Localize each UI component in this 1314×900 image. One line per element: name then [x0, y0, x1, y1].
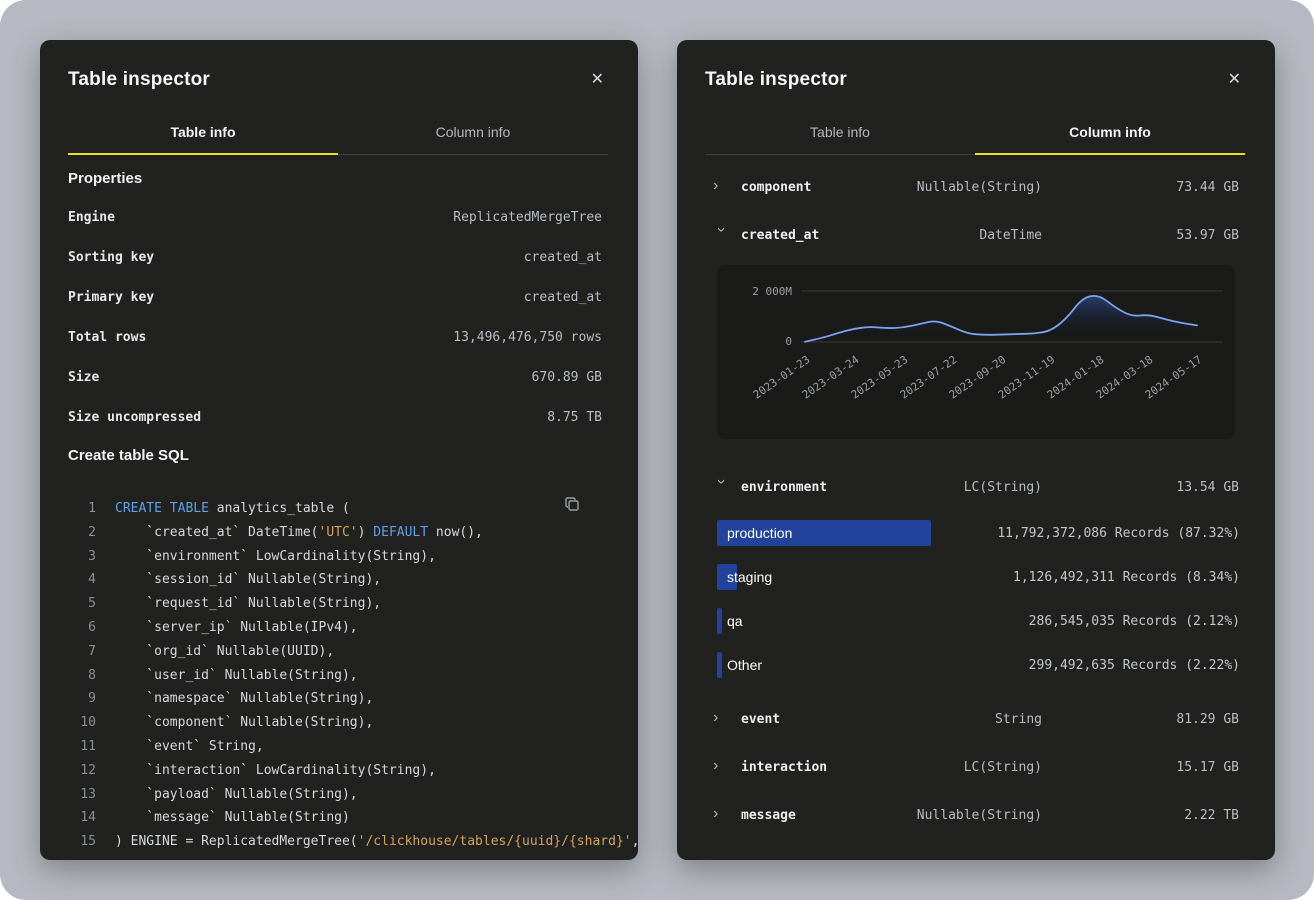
bar-qa	[717, 608, 722, 634]
column-row-created-at[interactable]: › created_at DateTime 53.97 GB	[677, 211, 1275, 259]
column-row-interaction[interactable]: › interaction LC(String) 15.17 GB	[677, 743, 1275, 791]
tab-table-info[interactable]: Table info	[705, 112, 975, 155]
chevron-right-icon[interactable]: ›	[713, 806, 729, 822]
code-line: 10 `component` Nullable(String),	[68, 711, 602, 735]
bar-other	[717, 652, 722, 678]
properties-list: Engine ReplicatedMergeTree Sorting key c…	[68, 198, 602, 438]
modal-header: Table inspector ✕	[40, 40, 638, 106]
tab-table-info[interactable]: Table info	[68, 112, 338, 155]
code-line: 5 `request_id` Nullable(String),	[68, 592, 602, 616]
code-line: 2 `created_at` DateTime('UTC') DEFAULT n…	[68, 521, 602, 545]
tab-column-info[interactable]: Column info	[338, 112, 608, 155]
code-line: 11 `event` String,	[68, 735, 602, 759]
modal-header: Table inspector ✕	[677, 40, 1275, 106]
property-row-engine: Engine ReplicatedMergeTree	[68, 198, 602, 238]
chevron-right-icon[interactable]: ›	[713, 178, 729, 194]
property-row-sorting-key: Sorting key created_at	[68, 238, 602, 278]
chevron-down-icon[interactable]: ›	[713, 479, 729, 495]
property-row-size: Size 670.89 GB	[68, 358, 602, 398]
tab-bar: Table info Column info	[68, 112, 608, 155]
value-bar-other: Other 299,492,635 Records (2.22%)	[717, 643, 1240, 687]
tab-bar: Table info Column info	[705, 112, 1245, 155]
sql-code-block: 1CREATE TABLE analytics_table (2 `create…	[68, 490, 602, 854]
code-line: 13 `payload` Nullable(String),	[68, 783, 602, 807]
close-icon[interactable]: ✕	[587, 68, 608, 92]
chevron-right-icon[interactable]: ›	[713, 710, 729, 726]
column-row-message[interactable]: › message Nullable(String) 2.22 TB	[677, 791, 1275, 839]
table-info-body: Properties Engine ReplicatedMergeTree So…	[40, 155, 638, 854]
code-line: 12 `interaction` LowCardinality(String),	[68, 759, 602, 783]
desktop-background: Table inspector ✕ Table info Column info…	[0, 0, 1314, 900]
table-inspector-modal-table-info: Table inspector ✕ Table info Column info…	[40, 40, 638, 860]
property-row-size-uncompressed: Size uncompressed 8.75 TB	[68, 398, 602, 438]
chevron-down-icon[interactable]: ›	[713, 227, 729, 243]
column-row-environment[interactable]: › environment LC(String) 13.54 GB	[677, 463, 1275, 511]
code-line: 15) ENGINE = ReplicatedMergeTree('/click…	[68, 830, 602, 854]
copy-icon[interactable]	[564, 496, 580, 515]
created-at-chart-svg	[717, 265, 1235, 439]
properties-heading: Properties	[68, 169, 602, 189]
y-axis-tick-2000m: 2 000M	[737, 285, 792, 298]
value-bar-qa: qa 286,545,035 Records (2.12%)	[717, 599, 1240, 643]
value-bar-production: production 11,792,372,086 Records (87.32…	[717, 511, 1240, 555]
code-line: 14 `message` Nullable(String)	[68, 806, 602, 830]
chevron-right-icon[interactable]: ›	[713, 758, 729, 774]
modal-title: Table inspector	[705, 69, 847, 91]
code-line: 7 `org_id` Nullable(UUID),	[68, 640, 602, 664]
value-bar-staging: staging 1,126,492,311 Records (8.34%)	[717, 555, 1240, 599]
sql-code-lines: 1CREATE TABLE analytics_table (2 `create…	[68, 497, 602, 854]
column-list: › component Nullable(String) 73.44 GB › …	[677, 155, 1275, 839]
close-icon[interactable]: ✕	[1224, 68, 1245, 92]
tab-column-info[interactable]: Column info	[975, 112, 1245, 155]
code-line: 6 `server_ip` Nullable(IPv4),	[68, 616, 602, 640]
y-axis-tick-zero: 0	[737, 335, 792, 348]
code-line: 4 `session_id` Nullable(String),	[68, 568, 602, 592]
property-row-total-rows: Total rows 13,496,476,750 rows	[68, 318, 602, 358]
code-line: 9 `namespace` Nullable(String),	[68, 687, 602, 711]
column-row-event[interactable]: › event String 81.29 GB	[677, 695, 1275, 743]
table-inspector-modal-column-info: Table inspector ✕ Table info Column info…	[677, 40, 1275, 860]
environment-value-bars: production 11,792,372,086 Records (87.32…	[677, 511, 1275, 687]
property-row-primary-key: Primary key created_at	[68, 278, 602, 318]
create-table-sql-heading: Create table SQL	[68, 446, 602, 466]
column-row-component[interactable]: › component Nullable(String) 73.44 GB	[677, 163, 1275, 211]
modal-title: Table inspector	[68, 69, 210, 91]
code-line: 3 `environment` LowCardinality(String),	[68, 545, 602, 569]
code-line: 1CREATE TABLE analytics_table (	[68, 497, 602, 521]
code-line: 8 `user_id` Nullable(String),	[68, 664, 602, 688]
created-at-distribution-chart: 2 000M 0 2023-01-232023-03-242023-05-232…	[717, 265, 1235, 439]
